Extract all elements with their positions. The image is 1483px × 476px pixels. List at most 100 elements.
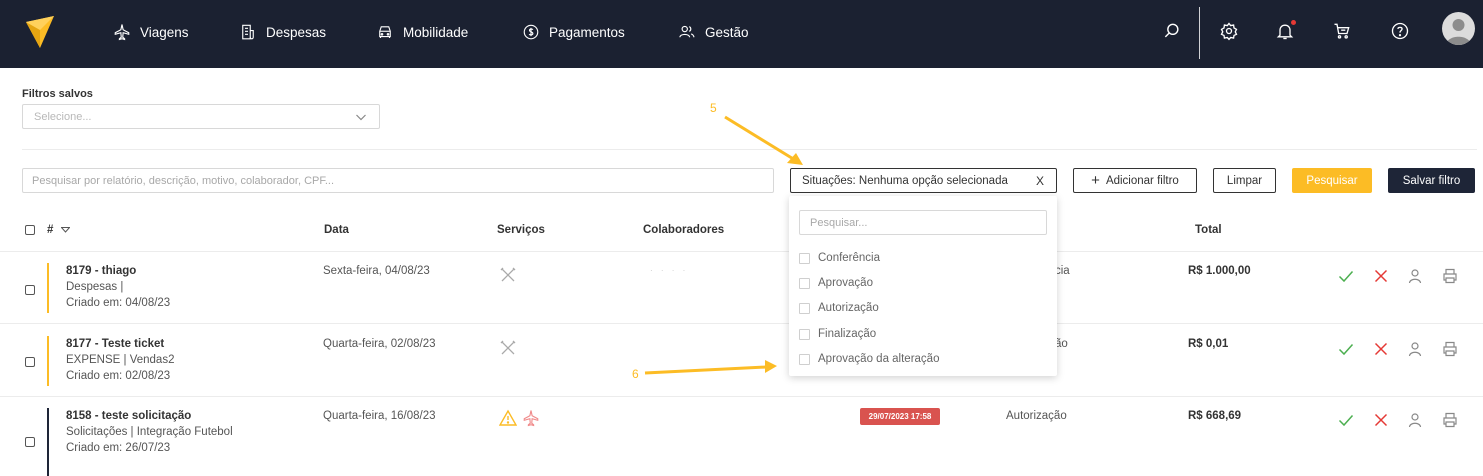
nav-label: Pagamentos: [549, 24, 625, 40]
warning-icon: [499, 409, 517, 426]
row-created: Criado em: 26/07/23: [66, 442, 171, 454]
nav-despesas[interactable]: Despesas: [239, 22, 326, 42]
saved-filters-label: Filtros salvos: [22, 88, 93, 100]
row-title[interactable]: 8177 - Teste ticket: [66, 338, 164, 350]
annotation-arrows: [644, 115, 803, 375]
clear-situations-icon[interactable]: X: [1036, 174, 1044, 188]
dropdown-option[interactable]: Aprovação: [799, 277, 873, 289]
row-checkbox[interactable]: [25, 357, 35, 367]
row-type: EXPENSE | Vendas2: [66, 354, 175, 366]
row-status-bar: [47, 263, 49, 313]
row-status: Autorização: [1006, 410, 1067, 422]
logo-icon[interactable]: [24, 14, 56, 50]
notification-dot: [1291, 20, 1296, 25]
search-icon: [1164, 23, 1179, 38]
option-checkbox[interactable]: [799, 353, 810, 365]
row-status-bar: [47, 408, 49, 476]
settings-button[interactable]: [1218, 20, 1240, 42]
saved-filters-placeholder: Selecione...: [34, 111, 92, 123]
search-button-primary[interactable]: Pesquisar: [1292, 168, 1372, 193]
option-label: Autorização: [818, 302, 879, 314]
airplane-icon: [523, 410, 539, 427]
option-label: Conferência: [818, 252, 881, 264]
row-checkbox[interactable]: [25, 437, 35, 447]
row-type: Despesas |: [66, 281, 124, 293]
nav-label: Gestão: [705, 24, 749, 40]
gear-icon: [1220, 22, 1238, 41]
nav-gestao[interactable]: Gestão: [678, 22, 749, 42]
situations-filter-label: Situações: Nenhuma opção selecionada: [802, 174, 1008, 187]
row-checkbox[interactable]: [25, 285, 35, 295]
add-filter-button[interactable]: + Adicionar filtro: [1073, 168, 1197, 193]
row-created: Criado em: 04/08/23: [66, 297, 171, 309]
print-icon[interactable]: [1442, 341, 1458, 357]
saved-filters-select[interactable]: Selecione...: [22, 104, 380, 129]
date-badge: 29/07/2023 17:58: [860, 408, 940, 425]
approve-icon[interactable]: [1338, 268, 1354, 284]
row-date: Quarta-feira, 02/08/23: [323, 338, 436, 350]
add-filter-label: Adicionar filtro: [1105, 174, 1179, 187]
search-input[interactable]: Pesquisar por relatório, descrição, moti…: [22, 168, 774, 193]
notifications-button[interactable]: [1274, 20, 1296, 42]
select-all-checkbox[interactable]: [25, 225, 35, 235]
row-title[interactable]: 8158 - teste solicitação: [66, 410, 191, 422]
row-date: Sexta-feira, 04/08/23: [323, 265, 430, 277]
situations-dropdown: Pesquisar... Conferência Aprovação Autor…: [789, 196, 1057, 376]
cutlery-icon: [500, 340, 516, 355]
option-checkbox[interactable]: [799, 328, 810, 340]
dropdown-search-placeholder: Pesquisar...: [810, 217, 868, 229]
situations-filter[interactable]: Situações: Nenhuma opção selecionada X: [790, 168, 1057, 193]
cart-icon: [1334, 23, 1350, 39]
row-status-bar: [47, 336, 49, 386]
column-header-services: Serviços: [497, 224, 545, 236]
user-icon[interactable]: [1407, 412, 1423, 428]
search-placeholder: Pesquisar por relatório, descrição, moti…: [32, 175, 335, 187]
help-button[interactable]: [1389, 20, 1411, 42]
option-label: Finalização: [818, 328, 877, 340]
clear-button[interactable]: Limpar: [1213, 168, 1276, 193]
plus-icon: +: [1091, 171, 1100, 189]
section-divider: [22, 149, 1477, 150]
avatar[interactable]: [1442, 12, 1475, 45]
navbar-divider: [1199, 7, 1200, 59]
column-header-total: Total: [1195, 224, 1222, 236]
row-divider: [0, 251, 1483, 252]
reject-icon[interactable]: [1373, 341, 1389, 357]
dropdown-option[interactable]: Autorização: [799, 302, 879, 314]
airplane-icon: [114, 24, 130, 41]
row-title[interactable]: 8179 - thiago: [66, 265, 136, 277]
option-label: Aprovação da alteração: [818, 353, 940, 365]
row-total: R$ 0,01: [1188, 338, 1229, 350]
approve-icon[interactable]: [1338, 341, 1354, 357]
row-divider: [0, 323, 1483, 324]
option-checkbox[interactable]: [799, 302, 810, 314]
reject-icon[interactable]: [1373, 268, 1389, 284]
cutlery-icon: [500, 267, 516, 282]
save-filter-button[interactable]: Salvar filtro: [1388, 168, 1475, 193]
dropdown-option[interactable]: Conferência: [799, 252, 880, 264]
column-header-id[interactable]: #: [47, 224, 71, 236]
collaborators-blurred: · · · ·: [650, 266, 689, 275]
nav-label: Viagens: [140, 24, 189, 40]
user-icon[interactable]: [1407, 268, 1423, 284]
nav-label: Mobilidade: [403, 24, 469, 40]
reject-icon[interactable]: [1373, 412, 1389, 428]
sort-down-icon: [59, 227, 71, 233]
column-header-collaborators: Colaboradores: [643, 224, 725, 236]
print-icon[interactable]: [1442, 412, 1458, 428]
nav-label: Despesas: [266, 24, 327, 40]
dropdown-option[interactable]: Aprovação da alteração: [799, 353, 939, 365]
option-checkbox[interactable]: [799, 277, 810, 289]
column-header-date: Data: [324, 224, 349, 236]
cart-button[interactable]: [1331, 20, 1353, 42]
nav-viagens[interactable]: Viagens: [113, 22, 189, 42]
search-button[interactable]: [1161, 20, 1183, 42]
dropdown-search-input[interactable]: Pesquisar...: [799, 210, 1047, 235]
nav-mobilidade[interactable]: Mobilidade: [376, 22, 468, 42]
option-checkbox[interactable]: [799, 252, 810, 264]
dropdown-option[interactable]: Finalização: [799, 328, 876, 340]
user-icon[interactable]: [1407, 341, 1423, 357]
print-icon[interactable]: [1442, 268, 1458, 284]
nav-pagamentos[interactable]: Pagamentos: [522, 22, 625, 42]
approve-icon[interactable]: [1338, 412, 1354, 428]
